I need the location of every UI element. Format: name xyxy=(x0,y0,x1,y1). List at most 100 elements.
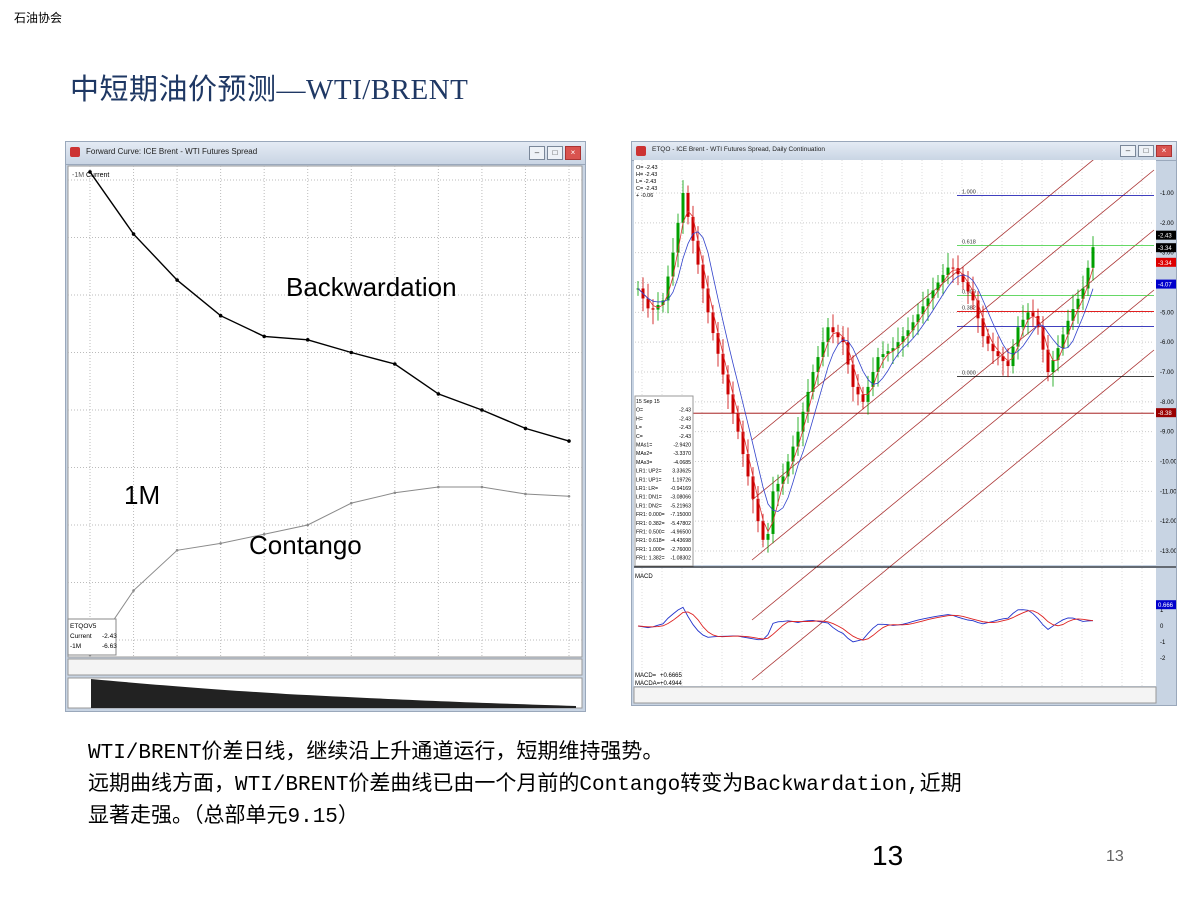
data-point-minus-1m xyxy=(437,485,440,489)
data-point-minus-1m xyxy=(480,485,484,489)
candle-body xyxy=(1061,334,1065,349)
data-point-minus-1m xyxy=(175,549,179,552)
candle-body xyxy=(951,267,955,269)
data-point-current xyxy=(523,426,528,431)
data-window-value: -3.3370 xyxy=(673,451,691,457)
candle-body xyxy=(781,476,785,484)
plot-background xyxy=(68,166,582,657)
org-label: 石油协会 xyxy=(14,11,63,25)
data-window-label: FR1: 1.000= xyxy=(636,547,665,553)
data-window-value: -2.76000 xyxy=(671,547,692,553)
close-button-2[interactable]: × xyxy=(1156,145,1172,157)
candle-body xyxy=(1006,361,1010,367)
ohlc-readout: H= -2.43 xyxy=(636,172,657,178)
price-tag-label: -3.34 xyxy=(1158,261,1172,267)
forward-curve-title: Forward Curve: ICE Brent - WTI Futures S… xyxy=(86,147,258,156)
minimize-button-2[interactable]: – xyxy=(1120,145,1136,157)
data-window-value: -2.43 xyxy=(679,425,691,431)
page-number-small: 13 xyxy=(1106,848,1124,865)
forward-curve-titlebar: Forward Curve: ICE Brent - WTI Futures S… xyxy=(66,142,585,165)
data-point-minus-1m xyxy=(132,589,135,592)
info-symbol: ETQOV5 xyxy=(70,623,97,630)
data-window-label: LR1: DN1= xyxy=(636,495,662,501)
price-tag-label: 0.666 xyxy=(1158,603,1174,609)
candle-body xyxy=(861,394,865,402)
candle-body xyxy=(1091,247,1095,268)
data-window-label: C= xyxy=(636,434,643,440)
y-tick-label: -13.00 xyxy=(1160,549,1176,555)
data-point-minus-1m xyxy=(349,501,353,505)
candle-body xyxy=(761,521,765,540)
commentary-line-3: 显著走强。（总部单元9.15） xyxy=(88,806,359,829)
y-tick-label: -1.00 xyxy=(1160,191,1174,197)
data-point-current xyxy=(218,313,223,318)
candle-body xyxy=(771,491,775,534)
close-button[interactable]: × xyxy=(565,146,581,160)
data-window-value: -3.08066 xyxy=(671,495,692,501)
data-window-label: FR1: 0.382= xyxy=(636,521,665,527)
candle-body xyxy=(1021,319,1025,328)
macd-readout-2-label: MACDA= xyxy=(635,681,661,687)
data-window-label: L= xyxy=(636,425,642,431)
data-window-value: -2.9420 xyxy=(673,443,691,449)
data-window-value: -0.94169 xyxy=(671,486,692,492)
y-tick-label: -5.00 xyxy=(1160,310,1174,316)
macd-tick-label: 0 xyxy=(1160,624,1164,630)
data-point-minus-1m xyxy=(393,491,397,495)
candle-body xyxy=(971,291,975,301)
slide-title: 中短期油价预测—WTI/BRENT xyxy=(70,74,469,106)
candle-body xyxy=(651,308,655,310)
candle-body xyxy=(1051,360,1055,372)
data-window-value: -4.43698 xyxy=(671,538,692,544)
ohlc-readout: + -0.06 xyxy=(636,193,653,199)
y-tick-label: -11.00 xyxy=(1160,489,1176,495)
candle-body xyxy=(1031,312,1035,317)
data-point-minus-1m xyxy=(524,492,527,496)
data-window-label: H= xyxy=(636,416,643,422)
maximize-button[interactable]: □ xyxy=(547,146,563,160)
candle-body xyxy=(966,282,970,292)
ohlc-readout: L= -2.43 xyxy=(636,179,656,185)
data-window-value: -2.43 xyxy=(679,434,691,440)
data-window-value: -4.0685 xyxy=(673,460,691,466)
info-current-value: -2.43 xyxy=(102,633,117,640)
candle-body xyxy=(681,193,685,223)
data-window-value: -2.43 xyxy=(679,416,691,422)
y-tick-label: -12.00 xyxy=(1160,519,1176,525)
data-window-label: LR1: UP1= xyxy=(636,477,662,483)
data-window-label: LR1: UP2= xyxy=(636,469,662,475)
data-point-current xyxy=(175,278,179,282)
annotation-1m: 1M xyxy=(124,480,160,510)
data-window-label: MAs3= xyxy=(636,460,652,466)
price-tag-label: -4.07 xyxy=(1158,283,1172,289)
macd-pane xyxy=(634,568,1156,686)
annotation-backwardation: Backwardation xyxy=(286,272,457,302)
candle-body xyxy=(856,386,860,395)
data-window-value: -4.96500 xyxy=(671,530,692,536)
data-point-current xyxy=(305,338,310,342)
maximize-button-2[interactable]: □ xyxy=(1138,145,1154,157)
info-1m-label: -1M xyxy=(70,643,81,650)
y-tick-label: -6.00 xyxy=(1160,340,1174,346)
data-window-value: -5.21963 xyxy=(671,503,692,509)
data-point-current xyxy=(567,439,571,443)
data-window-label: MAs1= xyxy=(636,443,652,449)
data-window-value: -1.08302 xyxy=(671,556,692,562)
y-tick-label: -2.00 xyxy=(1160,221,1174,227)
data-point-current xyxy=(436,392,441,396)
data-point-minus-1m xyxy=(567,494,571,498)
data-window-value: -7.15000 xyxy=(671,512,692,518)
daily-chart-title: ETQO - ICE Brent - WTI Futures Spread, D… xyxy=(652,146,826,153)
data-point-current xyxy=(131,232,136,236)
data-point-current xyxy=(393,362,397,366)
data-window-label: 15 Sep 15 xyxy=(636,399,660,405)
legend-minus-1m: -1M xyxy=(72,172,84,179)
fibonacci-label: 0.382 xyxy=(962,305,976,311)
commentary-line-1: WTI/BRENT价差日线，继续沿上升通道运行，短期维持强势。 xyxy=(88,742,664,765)
data-window-value: -2.43 xyxy=(679,408,691,414)
candle-body xyxy=(881,354,885,358)
page-number-large: 13 xyxy=(872,840,904,871)
forward-curve-window: Forward Curve: ICE Brent - WTI Futures S… xyxy=(65,141,586,712)
data-window-label: MAs2= xyxy=(636,451,652,457)
minimize-button[interactable]: – xyxy=(529,146,545,160)
